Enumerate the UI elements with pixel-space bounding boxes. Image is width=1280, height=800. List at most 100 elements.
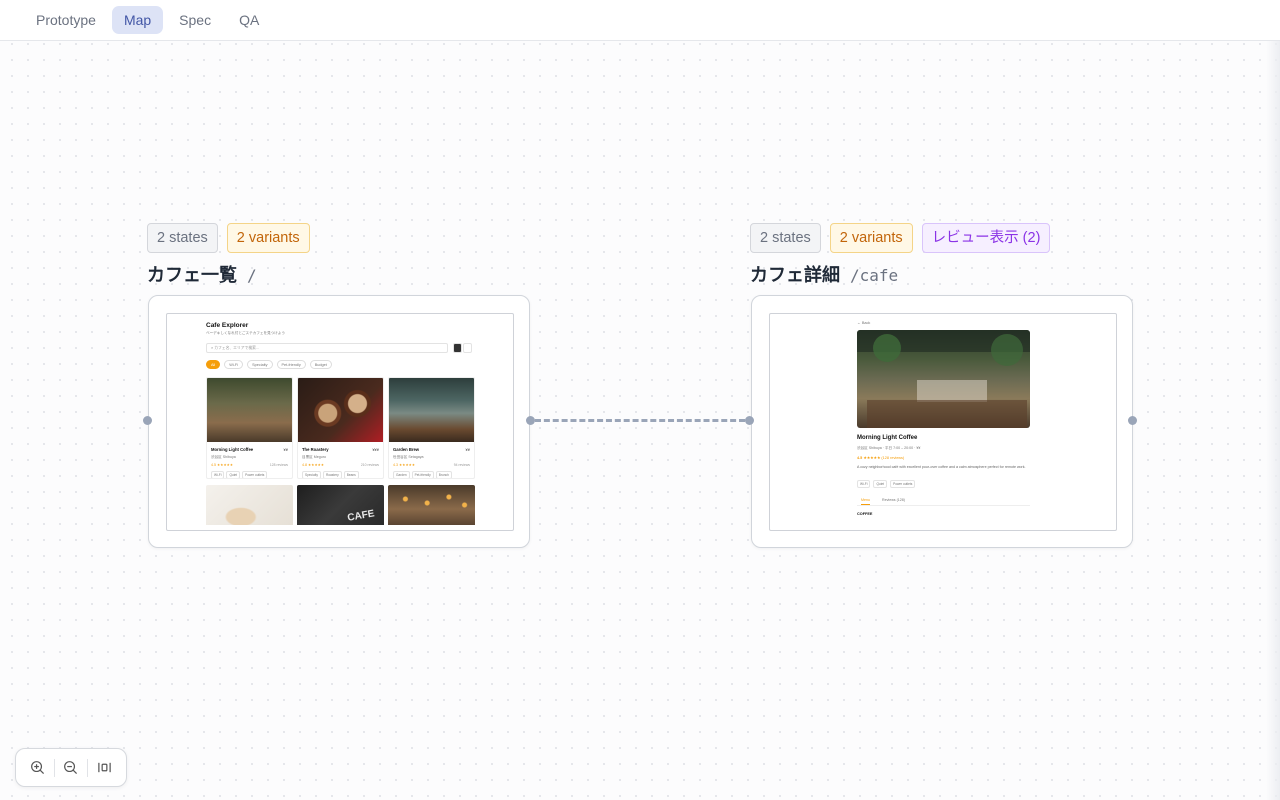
svg-text:CAFE: CAFE [347, 508, 376, 524]
cafe-photo [389, 378, 474, 442]
zoom-controls [15, 748, 127, 787]
screen-list-title: カフェ一覧 / [147, 261, 257, 287]
preview-rating: 4.5 ★★★★★ (128 reviews) [857, 456, 905, 460]
zoom-out-button[interactable] [57, 754, 85, 782]
filter-chip: Wi-Fi [224, 360, 244, 369]
cafe-tag: Wi-Fi [857, 480, 871, 488]
preview-detail: ← Back Morning Light Coffee 渋谷区 Shibuya … [770, 314, 1116, 530]
connection-port-left[interactable] [745, 416, 754, 425]
cafe-tag: Garden [393, 471, 410, 478]
preview-tags: Wi-Fi Quiet Power outlets [857, 480, 916, 488]
list-view-icon [463, 343, 472, 353]
cafe-tags: Garden Pet-friendly Brunch [393, 471, 452, 478]
connection-port-right[interactable] [1128, 416, 1137, 425]
cafe-price: ¥¥¥ [372, 447, 379, 452]
cafe-tag: Power outlets [242, 471, 268, 478]
cafe-sign-graphic: CAFE [347, 508, 376, 524]
fit-view-icon [98, 762, 111, 773]
preview-tabs: Menu Reviews (128) [857, 496, 1030, 506]
cafe-name: Morning Light Coffee [211, 447, 254, 452]
cafe-area: 世田谷区 Setagaya [393, 455, 424, 459]
zoom-divider [87, 758, 89, 777]
screen-list-badges: 2 states 2 variants [147, 223, 310, 253]
cafe-tag: Quiet [226, 471, 241, 478]
filter-chip: Specialty [247, 360, 273, 369]
preview-hero-photo [857, 330, 1030, 428]
cafe-tag: Roastery [322, 471, 342, 478]
cafe-photo: CAFE [297, 485, 384, 525]
filter-chip: Budget [309, 360, 332, 369]
states-badge[interactable]: 2 states [147, 223, 218, 253]
cafe-area: 渋谷区 Shibuya [211, 455, 236, 459]
cafe-photo [298, 378, 383, 442]
cafe-name: The Roastery [302, 447, 329, 452]
fit-view-button[interactable] [91, 754, 119, 782]
cafe-tag: Power outlets [890, 480, 916, 488]
cafe-reviews: 94 reviews [453, 463, 470, 467]
variants-badge[interactable]: 2 variants [226, 223, 310, 253]
variants-badge[interactable]: 2 variants [829, 223, 913, 253]
screen-name: カフェ詳細 [750, 265, 840, 285]
preview-section-title: COFFEE [857, 512, 873, 516]
preview-app-title: Cafe Explorer [206, 322, 249, 329]
cafe-photo [207, 378, 292, 442]
zoom-in-button[interactable] [23, 754, 51, 782]
connection-port-right[interactable] [526, 416, 535, 425]
tab-prototype[interactable]: Prototype [24, 6, 108, 34]
cafe-name: Garden Brew [393, 447, 420, 452]
preview-cafe-meta: 渋谷区 Shibuya · 平日 7:00 – 20:00 · ¥¥ [857, 446, 921, 450]
cafe-rating: 4.8 ★★★★★ [302, 463, 325, 467]
navigation-edge[interactable] [535, 419, 745, 422]
cafe-tag: Pet-friendly [411, 471, 434, 478]
tab-qa[interactable]: QA [227, 6, 271, 34]
cafe-reviews: 210 reviews [360, 463, 379, 467]
cafe-tag: Quiet [873, 480, 888, 488]
screen-route: /cafe [850, 266, 899, 285]
zoom-in-icon [30, 761, 44, 775]
cafe-tags: Specialty Roastery Beans [302, 471, 359, 478]
screen-thumbnail[interactable]: ← Back Morning Light Coffee 渋谷区 Shibuya … [769, 313, 1117, 531]
cafe-card: Morning Light Coffee ¥¥ 渋谷区 Shibuya 4.5 … [206, 377, 293, 479]
cafe-tag: Specialty [302, 471, 321, 478]
screen-detail-badges: 2 states 2 variants レビュー表示 (2) [750, 223, 1051, 253]
cafe-card: Garden Brew ¥¥ 世田谷区 Setagaya 4.3 ★★★★★ 9… [388, 377, 475, 479]
preview-list: Cafe Explorer ベーデキしくなれ付とごステカフェを見つけよう ⌕ カ… [167, 314, 513, 530]
preview-description: A cozy neighborhood café with excellent … [857, 465, 1026, 469]
tab-map[interactable]: Map [111, 6, 164, 34]
preview-tab-reviews: Reviews (128) [882, 498, 905, 502]
preview-subtitle: ベーデキしくなれ付とごステカフェを見つけよう [206, 331, 286, 335]
tab-spec[interactable]: Spec [167, 6, 223, 34]
filter-chip: All [206, 360, 221, 369]
screen-card-list[interactable]: Cafe Explorer ベーデキしくなれ付とごステカフェを見つけよう ⌕ カ… [148, 295, 530, 548]
zoom-out-icon [64, 761, 78, 775]
connection-port-left[interactable] [143, 416, 152, 425]
preview-search-input: ⌕ カフェ名、エリアで検索... [206, 343, 448, 353]
preview-filter-chips: All Wi-Fi Specialty Pet-friendly Budget [206, 360, 332, 369]
screen-card-detail[interactable]: ← Back Morning Light Coffee 渋谷区 Shibuya … [751, 295, 1133, 548]
cafe-tags: Wi-Fi Quiet Power outlets [211, 471, 268, 478]
cafe-reviews: 128 reviews [269, 463, 288, 467]
filter-chip: Pet-friendly [276, 360, 306, 369]
cafe-rating: 4.5 ★★★★★ [211, 463, 234, 467]
screen-detail-title: カフェ詳細 /cafe [750, 261, 898, 287]
screen-route: / [247, 266, 257, 285]
cafe-photo [206, 485, 293, 525]
reviews-variant-badge[interactable]: レビュー表示 (2) [921, 223, 1051, 253]
cafe-tag: Brunch [435, 471, 452, 478]
zoom-divider [53, 758, 55, 777]
grid-view-icon [453, 343, 462, 353]
states-badge[interactable]: 2 states [750, 223, 821, 253]
cafe-card: The Roastery ¥¥¥ 目黒区 Meguro 4.8 ★★★★★ 21… [297, 377, 384, 479]
cafe-price: ¥¥ [283, 447, 288, 452]
cafe-photo [388, 485, 475, 525]
preview-tab-menu: Menu [861, 496, 870, 505]
cafe-area: 目黒区 Meguro [302, 455, 326, 459]
cafe-tag: Wi-Fi [211, 471, 225, 478]
cafe-rating: 4.3 ★★★★★ [393, 463, 416, 467]
cafe-price: ¥¥ [465, 447, 470, 452]
screen-thumbnail[interactable]: Cafe Explorer ベーデキしくなれ付とごステカフェを見つけよう ⌕ カ… [166, 313, 514, 531]
canvas-edge-shadow [1266, 41, 1280, 800]
screen-name: カフェ一覧 [147, 265, 237, 285]
preview-back-link: ← Back [857, 321, 871, 325]
preview-cafe-name: Morning Light Coffee [857, 435, 918, 441]
